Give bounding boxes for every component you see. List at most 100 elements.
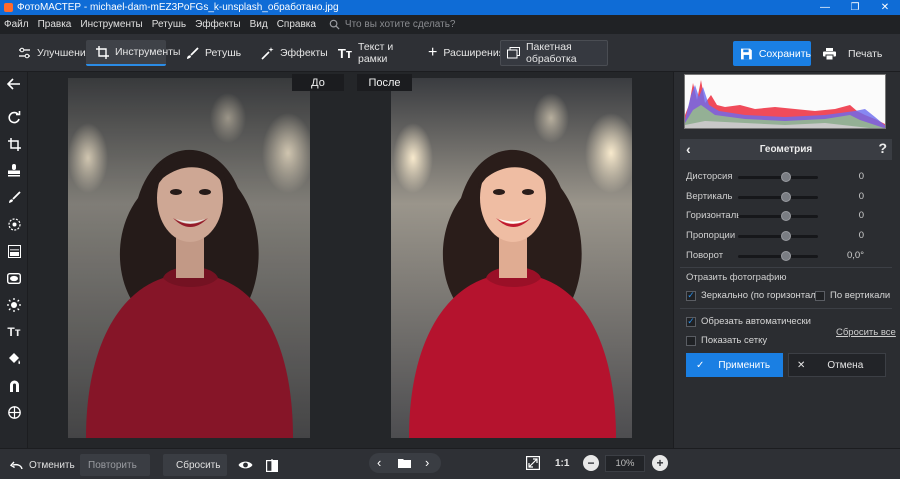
magic-wand-icon <box>261 46 274 60</box>
undo-icon <box>10 461 23 469</box>
panel-title: Геометрия <box>759 144 813 155</box>
preview-eye-button[interactable] <box>237 454 253 476</box>
eye-icon <box>238 461 252 469</box>
before-label: До <box>292 74 344 91</box>
zoom-in-icon[interactable]: + <box>652 455 668 471</box>
apply-label: Применить <box>718 359 771 371</box>
slider-track[interactable] <box>738 255 818 258</box>
split-view-icon <box>266 458 278 472</box>
text-tool-icon[interactable]: Tт <box>4 323 24 341</box>
title-bar: ФотоМАСТЕР - michael-dam-mEZ3PoFGs_k-uns… <box>0 0 900 15</box>
mirror-horizontal-checkbox[interactable]: ✓ Зеркально (по горизонтали) <box>686 290 824 301</box>
vignette-icon[interactable] <box>4 269 24 287</box>
print-button[interactable]: Печать <box>815 41 889 66</box>
menu-help[interactable]: Справка <box>277 19 316 30</box>
next-image-icon[interactable]: › <box>425 455 429 470</box>
slider-label: Вертикаль <box>686 191 733 202</box>
photo-after <box>391 78 632 438</box>
slider-handle[interactable] <box>781 192 791 202</box>
reset-button[interactable]: Сбросить <box>163 454 227 476</box>
minimize-button[interactable]: — <box>810 0 840 15</box>
compare-split-button[interactable] <box>265 454 279 476</box>
menu-effects[interactable]: Эффекты <box>195 19 240 30</box>
actual-size-button[interactable]: 1:1 <box>555 458 569 469</box>
crop-tool-icon[interactable] <box>4 135 24 153</box>
reset-all-link[interactable]: Сбросить все <box>836 327 896 338</box>
apply-button[interactable]: ✓ Применить <box>686 353 783 377</box>
undo-label: Отменить <box>29 459 75 471</box>
slider-vertical: Вертикаль 0 <box>686 189 886 205</box>
slider-track[interactable] <box>738 235 818 238</box>
slider-horizontal: Горизонталь 0 <box>686 208 886 224</box>
cancel-button[interactable]: ✕ Отмена <box>788 353 886 377</box>
tab-enhancements[interactable]: Улучшения <box>8 40 91 66</box>
back-arrow-icon[interactable] <box>4 75 24 93</box>
tab-label: Ретушь <box>205 47 242 59</box>
magnet-icon[interactable] <box>4 376 24 394</box>
slider-track[interactable] <box>738 176 818 179</box>
show-grid-checkbox[interactable]: Показать сетку <box>686 335 767 346</box>
slider-handle[interactable] <box>781 251 791 261</box>
printer-icon <box>823 47 836 60</box>
tab-text-frames[interactable]: Tт Текст и рамки <box>328 40 416 66</box>
stamp-icon[interactable] <box>4 161 24 179</box>
brush-icon <box>186 46 199 60</box>
zoom-out-icon[interactable]: − <box>583 455 599 471</box>
rotate-icon[interactable] <box>4 108 24 126</box>
close-window-button[interactable]: ✕ <box>870 0 900 15</box>
globe-icon[interactable] <box>4 403 24 421</box>
folder-icon[interactable] <box>398 458 411 468</box>
auto-crop-checkbox[interactable]: ✓ Обрезать автоматически <box>686 316 811 327</box>
brush-tool-icon[interactable] <box>4 188 24 206</box>
fit-screen-icon <box>526 456 541 471</box>
batch-icon <box>507 46 520 60</box>
save-label: Сохранить <box>758 47 811 60</box>
menu-retouch[interactable]: Ретушь <box>152 19 186 30</box>
slider-proportions: Пропорции 0 <box>686 228 886 244</box>
panel-back-icon[interactable]: ‹ <box>686 141 691 157</box>
tab-effects[interactable]: Эффекты <box>251 40 328 66</box>
slider-handle[interactable] <box>781 231 791 241</box>
left-toolbar: Tт <box>0 72 28 448</box>
slider-track[interactable] <box>738 196 818 199</box>
checkbox-box <box>815 290 825 301</box>
undo-button[interactable]: Отменить <box>10 454 75 476</box>
save-button[interactable]: Сохранить <box>733 41 811 66</box>
maximize-button[interactable]: ❐ <box>840 0 870 15</box>
menu-view[interactable]: Вид <box>250 19 268 30</box>
slider-handle[interactable] <box>781 211 791 221</box>
checkbox-box <box>686 335 696 346</box>
fit-screen-button[interactable] <box>526 456 541 473</box>
gradient-filter-icon[interactable] <box>4 242 24 260</box>
checkbox-label: Зеркально (по горизонтали) <box>701 290 825 301</box>
check-icon: ✓ <box>686 290 696 301</box>
zoom-level-field[interactable]: 10% <box>605 455 645 472</box>
tab-retouch[interactable]: Ретушь <box>176 40 242 66</box>
slider-value: 0 <box>858 191 864 202</box>
menu-tools[interactable]: Инструменты <box>80 19 142 30</box>
search-icon <box>329 19 340 30</box>
panel-header: ‹ Геометрия ? <box>680 139 892 160</box>
menu-search[interactable]: Что вы хотите сделать? <box>329 19 455 30</box>
menu-file[interactable]: Файл <box>4 19 29 30</box>
previous-image-icon[interactable]: ‹ <box>377 455 381 470</box>
redo-button[interactable]: Повторить <box>80 454 150 476</box>
tab-extensions[interactable]: + Расширения <box>418 40 504 66</box>
menu-edit[interactable]: Правка <box>38 19 72 30</box>
tab-tools[interactable]: Инструменты <box>86 40 180 66</box>
print-label: Печать <box>848 47 883 60</box>
text-icon: Tт <box>337 45 353 61</box>
batch-processing-button[interactable]: Пакетная обработка <box>500 40 608 66</box>
mirror-vertical-checkbox[interactable]: По вертикали <box>815 290 890 301</box>
slider-handle[interactable] <box>781 172 791 182</box>
light-icon[interactable] <box>4 296 24 314</box>
help-icon[interactable]: ? <box>878 140 887 156</box>
slider-label: Дисторсия <box>686 171 733 182</box>
radial-filter-icon[interactable] <box>4 215 24 233</box>
redo-label: Повторить <box>88 459 137 471</box>
photo-before <box>68 78 310 438</box>
menu-bar: Файл Правка Инструменты Ретушь Эффекты В… <box>0 15 900 34</box>
crop-icon <box>96 45 109 59</box>
paint-bucket-icon[interactable] <box>4 349 24 367</box>
slider-track[interactable] <box>738 215 818 218</box>
